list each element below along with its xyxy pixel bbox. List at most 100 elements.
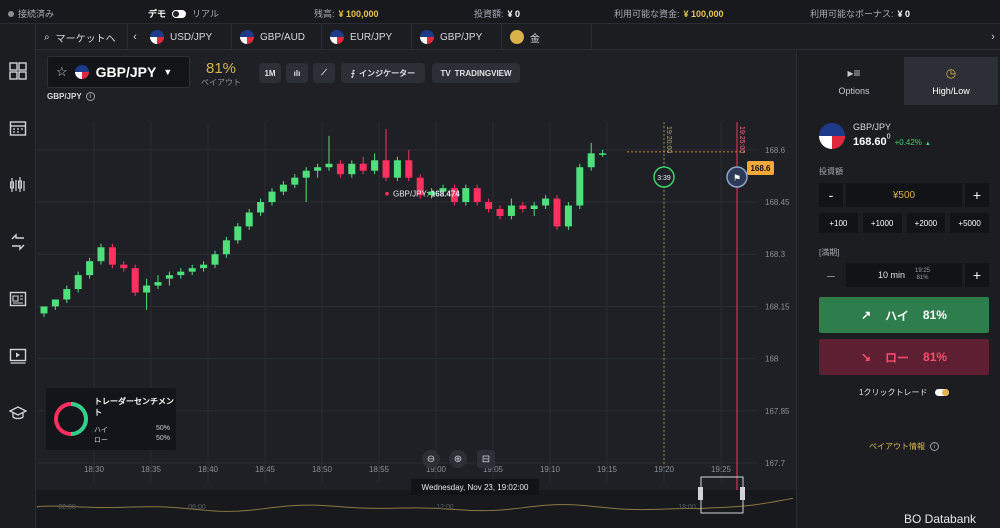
navigator-tick-label: 18:00 bbox=[678, 504, 696, 511]
asset-tab-bar: ⌕ マーケットへ ‹ USD/JPY GBP/AUD EUR/JPY GBP/J… bbox=[36, 24, 1000, 50]
watermark: BO Databank bbox=[904, 512, 977, 526]
zoom-out-icon: ⊖ bbox=[426, 453, 436, 465]
graduation-cap-icon[interactable] bbox=[8, 404, 28, 422]
hover-value: 168.474 bbox=[431, 190, 460, 199]
x-tick-label: 18:55 bbox=[369, 465, 390, 474]
tab-eurjpy[interactable]: EUR/JPY bbox=[322, 24, 412, 50]
expiry-increase-button[interactable]: + bbox=[965, 263, 989, 287]
low-button[interactable]: ↘ ロー 81% bbox=[819, 339, 989, 375]
sentiment-low-value: 50% bbox=[155, 435, 170, 442]
grid-icon[interactable] bbox=[9, 62, 27, 80]
caret-down-icon: ▼ bbox=[163, 67, 173, 77]
quick-amount-2000[interactable]: +2000 bbox=[906, 213, 946, 233]
clock-icon: ◷ bbox=[945, 66, 957, 80]
indicators-button[interactable]: ⨍ インジケーター bbox=[341, 63, 425, 83]
chart-area[interactable]: 168.6 168.45 168.3 168.15 168 167.85 167.7 18:3… bbox=[37, 50, 796, 528]
expiry-label: [満期] bbox=[819, 248, 840, 257]
tab-label: 金 bbox=[530, 33, 540, 45]
news-icon[interactable] bbox=[9, 290, 27, 308]
swap-icon[interactable] bbox=[9, 233, 27, 251]
high-label: ハイ bbox=[885, 308, 909, 323]
invest-increase-button[interactable]: + bbox=[965, 183, 989, 207]
expiry-input[interactable]: 10 min 19:25 81% bbox=[846, 263, 962, 287]
low-percent: 81% bbox=[923, 350, 948, 364]
video-icon[interactable] bbox=[9, 347, 27, 365]
sentiment-high-row: ハイ 50% bbox=[94, 425, 170, 435]
tab-usdjpy[interactable]: USD/JPY bbox=[142, 24, 232, 50]
high-button[interactable]: ↗ ハイ 81% bbox=[819, 297, 989, 333]
payout-info-link[interactable]: ペイアウト情報 i bbox=[869, 441, 939, 452]
draw-line-icon: ⟋ bbox=[321, 68, 327, 77]
tab-label: EUR/JPY bbox=[350, 31, 393, 43]
expiry-detail: 19:25 81% bbox=[915, 268, 930, 282]
candle-body bbox=[530, 205, 538, 209]
candle-body bbox=[222, 240, 230, 255]
candle-body bbox=[97, 247, 105, 262]
chevron-left-icon[interactable]: ‹ bbox=[128, 24, 142, 50]
gold-icon bbox=[510, 30, 524, 44]
tab-gbpjpy[interactable]: GBP/JPY bbox=[412, 24, 502, 50]
star-icon[interactable]: ☆ bbox=[56, 64, 68, 80]
tradingview-button[interactable]: TV TRADINGVIEW bbox=[432, 63, 520, 83]
quick-amount-1000[interactable]: +1000 bbox=[862, 213, 902, 233]
candle-body bbox=[108, 247, 116, 265]
balance-stat: 残高: ¥ 100,000 bbox=[314, 7, 379, 20]
tab-options[interactable]: ▸≡ Options bbox=[807, 57, 901, 105]
invest-amount-input[interactable]: ¥500 bbox=[846, 183, 962, 207]
tab-highlow[interactable]: ◷ High/Low bbox=[904, 57, 998, 105]
quick-amount-100[interactable]: +100 bbox=[819, 213, 858, 233]
zoom-in-button[interactable]: ⊕ bbox=[449, 450, 467, 468]
invest-stepper: - ¥500 + bbox=[819, 183, 989, 207]
one-click-toggle[interactable] bbox=[935, 389, 950, 396]
indicator-icon: ⨍ bbox=[350, 68, 356, 78]
x-tick-label: 18:50 bbox=[312, 465, 333, 474]
candlestick-chart[interactable]: 168.6 168.45 168.3 168.15 168 167.85 167.7 18:3… bbox=[37, 50, 796, 528]
invest-stat: 投資額: ¥ 0 bbox=[474, 7, 520, 20]
chevron-right-icon[interactable]: › bbox=[986, 24, 1000, 50]
trade-panel: ▸≡ Options ◷ High/Low GBP/JPY 168.600+0.… bbox=[796, 50, 1000, 528]
screenshot-button[interactable]: ⊟ bbox=[477, 450, 495, 468]
x-tick-label: 18:40 bbox=[198, 465, 219, 474]
info-icon[interactable]: i bbox=[85, 92, 95, 101]
trading-app: 接続済み デモ リアル 残高: ¥ 100,000 投資額: ¥ 0 利用可能な資金… bbox=[0, 0, 1000, 528]
navigator-handle-right bbox=[740, 487, 745, 500]
expiry-decrease-button[interactable]: – bbox=[819, 263, 843, 287]
y-tick-label: 168.6 bbox=[765, 146, 786, 155]
up-arrow-icon: ▲ bbox=[924, 141, 931, 147]
mode-toggle-switch[interactable] bbox=[172, 9, 187, 18]
candles-icon[interactable] bbox=[9, 176, 27, 194]
expiry-time: 19:25 bbox=[915, 268, 931, 274]
x-tick-label: 19:15 bbox=[597, 465, 618, 474]
tab-gold[interactable]: 金 bbox=[502, 24, 592, 50]
chart-type-button[interactable]: ılı bbox=[286, 63, 308, 83]
calendar-icon[interactable] bbox=[9, 119, 27, 137]
candles-icon: ılı bbox=[293, 68, 301, 78]
timeframe-button[interactable]: 1M bbox=[259, 63, 281, 83]
payout-display: 81% ペイアウト bbox=[201, 60, 241, 88]
candle-body bbox=[576, 167, 584, 206]
market-tab[interactable]: ⌕ マーケットへ bbox=[36, 24, 128, 50]
symbol-selector[interactable]: ☆ GBP/JPY ▼ bbox=[47, 56, 190, 88]
asset-summary: GBP/JPY 168.600+0.42% ▲ bbox=[819, 122, 931, 150]
demo-label: デモ bbox=[148, 9, 167, 19]
one-click-trade: 1クリックトレード bbox=[859, 387, 950, 398]
invest-decrease-button[interactable]: - bbox=[819, 183, 843, 207]
candle-body bbox=[120, 264, 128, 269]
draw-tool-button[interactable]: ⟋ bbox=[313, 63, 335, 83]
asset-price-sup: 0 bbox=[886, 133, 891, 141]
y-tick-label: 168.45 bbox=[765, 198, 790, 207]
quick-amount-5000[interactable]: +5000 bbox=[950, 213, 989, 233]
sub-symbol-text: GBP/JPY bbox=[47, 92, 82, 101]
info-icon: i bbox=[930, 442, 939, 451]
navigator-handle-left bbox=[698, 487, 703, 500]
bonus-stat: 利用可能なボーナス: ¥ 0 bbox=[810, 7, 910, 20]
asset-change: +0.42% bbox=[894, 138, 922, 147]
tab-gbpaud[interactable]: GBP/AUD bbox=[232, 24, 322, 50]
available-label: 利用可能な資金: bbox=[614, 9, 680, 19]
tradingview-label: TRADINGVIEW bbox=[454, 68, 512, 78]
candle-body bbox=[165, 275, 173, 279]
navigator-tick-label: 02:00 bbox=[58, 504, 76, 511]
invest-value: ¥ 0 bbox=[507, 9, 521, 19]
zoom-out-button[interactable]: ⊖ bbox=[422, 450, 440, 468]
account-mode-toggle[interactable]: デモ リアル bbox=[148, 7, 219, 20]
